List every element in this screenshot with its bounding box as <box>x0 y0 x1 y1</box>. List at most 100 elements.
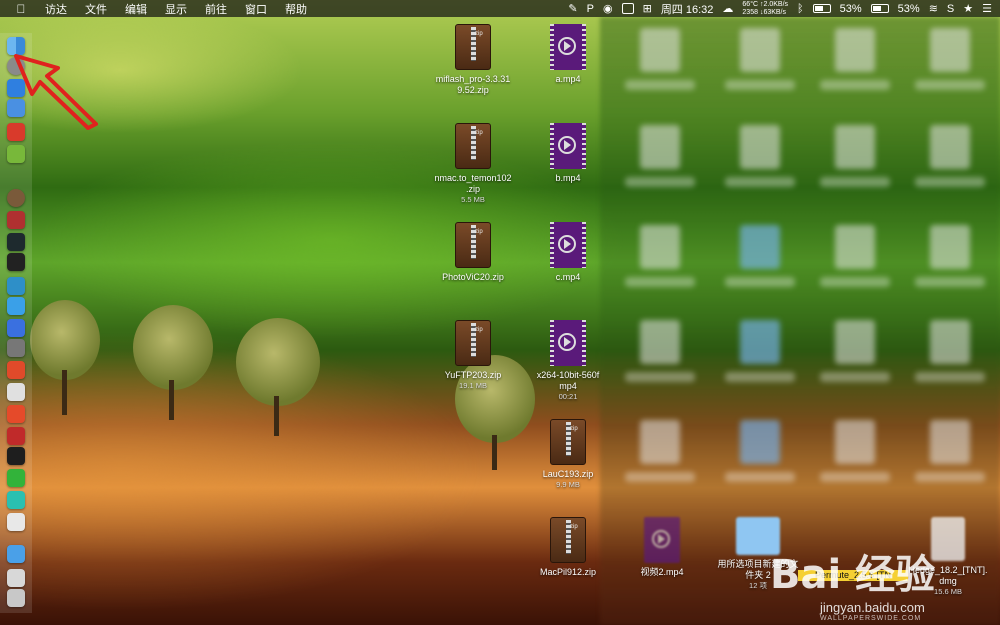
blurred-file-icon[interactable] <box>835 125 875 169</box>
yandex-icon[interactable] <box>7 383 25 401</box>
blurred-file-icon[interactable] <box>640 28 680 72</box>
app-blue-icon[interactable] <box>7 297 25 315</box>
menu-go[interactable]: 前往 <box>196 1 236 17</box>
app-gray-icon[interactable] <box>7 569 25 587</box>
terminal-icon[interactable] <box>7 253 25 271</box>
file-item[interactable]: zip LauC193.zip 9.9 MB <box>513 419 623 489</box>
file-size: 5.5 MB <box>461 195 485 204</box>
red-arrow-annotation <box>14 54 98 130</box>
blurred-file-label <box>820 80 890 90</box>
blurred-file-icon[interactable] <box>740 225 780 269</box>
battery-percent-1[interactable]: 53% <box>840 3 862 15</box>
battery-icon-1[interactable] <box>812 4 831 13</box>
file-name: c.mp4 <box>555 272 581 282</box>
blurred-file-icon[interactable] <box>835 225 875 269</box>
file-item[interactable]: zip YuFTP203.zip 19.1 MB <box>418 320 528 390</box>
blurred-file-icon[interactable] <box>930 28 970 72</box>
file-item[interactable]: b.mp4 <box>513 123 623 184</box>
wechat-icon[interactable] <box>7 469 25 487</box>
file-item[interactable]: zip PhotoViC20.zip <box>418 222 528 283</box>
vivaldi-icon[interactable] <box>7 405 25 423</box>
tree <box>236 318 320 436</box>
blurred-file-icon[interactable] <box>835 28 875 72</box>
cloud-icon[interactable]: ☁ <box>722 2 733 15</box>
blurred-file-icon[interactable] <box>640 125 680 169</box>
video-file-icon <box>550 24 586 70</box>
blurred-file-label <box>625 80 695 90</box>
star-icon[interactable]: ★ <box>963 2 973 15</box>
clock[interactable]: 周四 16:32 <box>661 1 714 17</box>
blurred-file-icon[interactable] <box>930 320 970 364</box>
blurred-file-icon[interactable] <box>740 28 780 72</box>
menu-finder[interactable]: 访达 <box>36 1 76 17</box>
blurred-file-icon[interactable] <box>640 320 680 364</box>
menu-view[interactable]: 显示 <box>156 1 196 17</box>
finder-icon[interactable] <box>7 37 25 55</box>
file-item[interactable]: c.mp4 <box>513 222 623 283</box>
blurred-file-icon[interactable] <box>640 420 680 464</box>
trash-icon[interactable] <box>7 589 25 607</box>
file-item[interactable]: a.mp4 <box>513 24 623 85</box>
wallpaper-credit: WALLPAPERSWIDE.COM <box>820 615 922 622</box>
file-name: miflash_pro-3.3.31 9.52.zip <box>435 74 511 95</box>
file-name: nmac.to_temon102 .zip <box>434 173 512 194</box>
file-name: PhotoViC20.zip <box>442 272 504 282</box>
menu-edit[interactable]: 编辑 <box>116 1 156 17</box>
blurred-file-icon[interactable] <box>740 420 780 464</box>
paw-icon[interactable]: P <box>587 3 594 15</box>
list-menu-icon[interactable]: ☰ <box>982 2 992 15</box>
blurred-file-icon[interactable] <box>640 225 680 269</box>
wifi-icon[interactable]: ≋ <box>929 2 938 15</box>
blurred-file-label <box>820 177 890 187</box>
zip-archive-icon: zip <box>455 24 491 70</box>
blurred-file-icon[interactable] <box>740 320 780 364</box>
blurred-file-icon[interactable] <box>835 320 875 364</box>
blurred-file-label <box>915 277 985 287</box>
blurred-file-icon[interactable] <box>930 225 970 269</box>
netease-music-icon[interactable] <box>7 211 25 229</box>
file-size: 19.1 MB <box>459 381 487 390</box>
blurred-file-label <box>625 472 695 482</box>
blurred-file-label <box>725 372 795 382</box>
file-item[interactable]: 视频2.mp4 <box>607 517 717 578</box>
app-brown-icon[interactable] <box>7 189 25 207</box>
input-method-icon[interactable]: ⊞ <box>643 2 652 15</box>
battery-icon-2[interactable] <box>870 4 889 13</box>
migration-icon[interactable] <box>7 277 25 295</box>
file-name: x264-10bit-560f mp4 <box>536 370 600 391</box>
app-red2-icon[interactable] <box>7 427 25 445</box>
blurred-file-label <box>725 472 795 482</box>
pen-icon[interactable]: ✎ <box>568 2 577 15</box>
network-stats[interactable]: 66°C ↑2.0KB/s 2358 ↓63KB/s <box>742 1 788 17</box>
blurred-file-icon[interactable] <box>740 125 780 169</box>
zip-archive-icon: zip <box>455 222 491 268</box>
file-name: LauC193.zip <box>542 469 594 479</box>
file-item[interactable]: zip miflash_pro-3.3.31 9.52.zip <box>418 24 528 96</box>
bluetooth-icon[interactable]: ᛒ <box>797 3 804 15</box>
s-app-icon[interactable]: S <box>947 3 954 15</box>
menu-window[interactable]: 窗口 <box>236 1 276 17</box>
apple-menu-icon[interactable]:  <box>14 2 28 16</box>
menu-help[interactable]: 帮助 <box>276 1 316 17</box>
android-icon[interactable] <box>7 145 25 163</box>
terminal2-icon[interactable] <box>7 447 25 465</box>
wechat-icon[interactable]: ◉ <box>603 2 613 15</box>
display-icon[interactable] <box>621 3 634 14</box>
system-prefs-icon[interactable] <box>7 339 25 357</box>
video-file-icon <box>550 123 586 169</box>
file-item[interactable]: x264-10bit-560f mp4 00:21 <box>513 320 623 401</box>
weibo-icon[interactable] <box>7 361 25 379</box>
file-item[interactable]: zip nmac.to_temon102 .zip 5.5 MB <box>418 123 528 204</box>
blurred-file-label <box>625 177 695 187</box>
activity-monitor-icon[interactable] <box>7 233 25 251</box>
blurred-file-icon[interactable] <box>930 420 970 464</box>
folder-icon[interactable] <box>7 545 25 563</box>
blurred-file-icon[interactable] <box>930 125 970 169</box>
blurred-file-icon[interactable] <box>835 420 875 464</box>
file-duration: 00:21 <box>558 392 578 401</box>
app-teal-icon[interactable] <box>7 491 25 509</box>
blurred-file-label <box>820 472 890 482</box>
notes-icon[interactable] <box>7 513 25 531</box>
app-store-icon[interactable] <box>7 319 25 337</box>
menu-file[interactable]: 文件 <box>76 1 116 17</box>
